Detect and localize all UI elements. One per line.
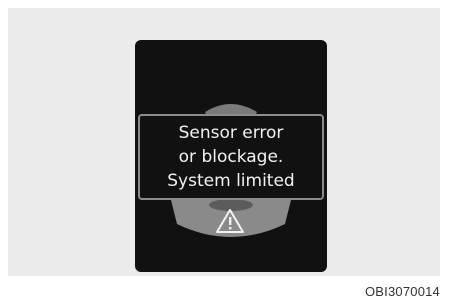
warning-triangle-icon [216,209,244,233]
figure-reference-code: OBI3070014 [364,284,440,299]
message-line-3: System limited [167,171,295,191]
figure-page: Sensor error or blockage. System limited… [0,0,449,305]
sensor-error-message: Sensor error or blockage. System limited [138,114,324,200]
message-line-1: Sensor error [178,123,284,143]
message-line-2: or blockage. [178,147,284,167]
